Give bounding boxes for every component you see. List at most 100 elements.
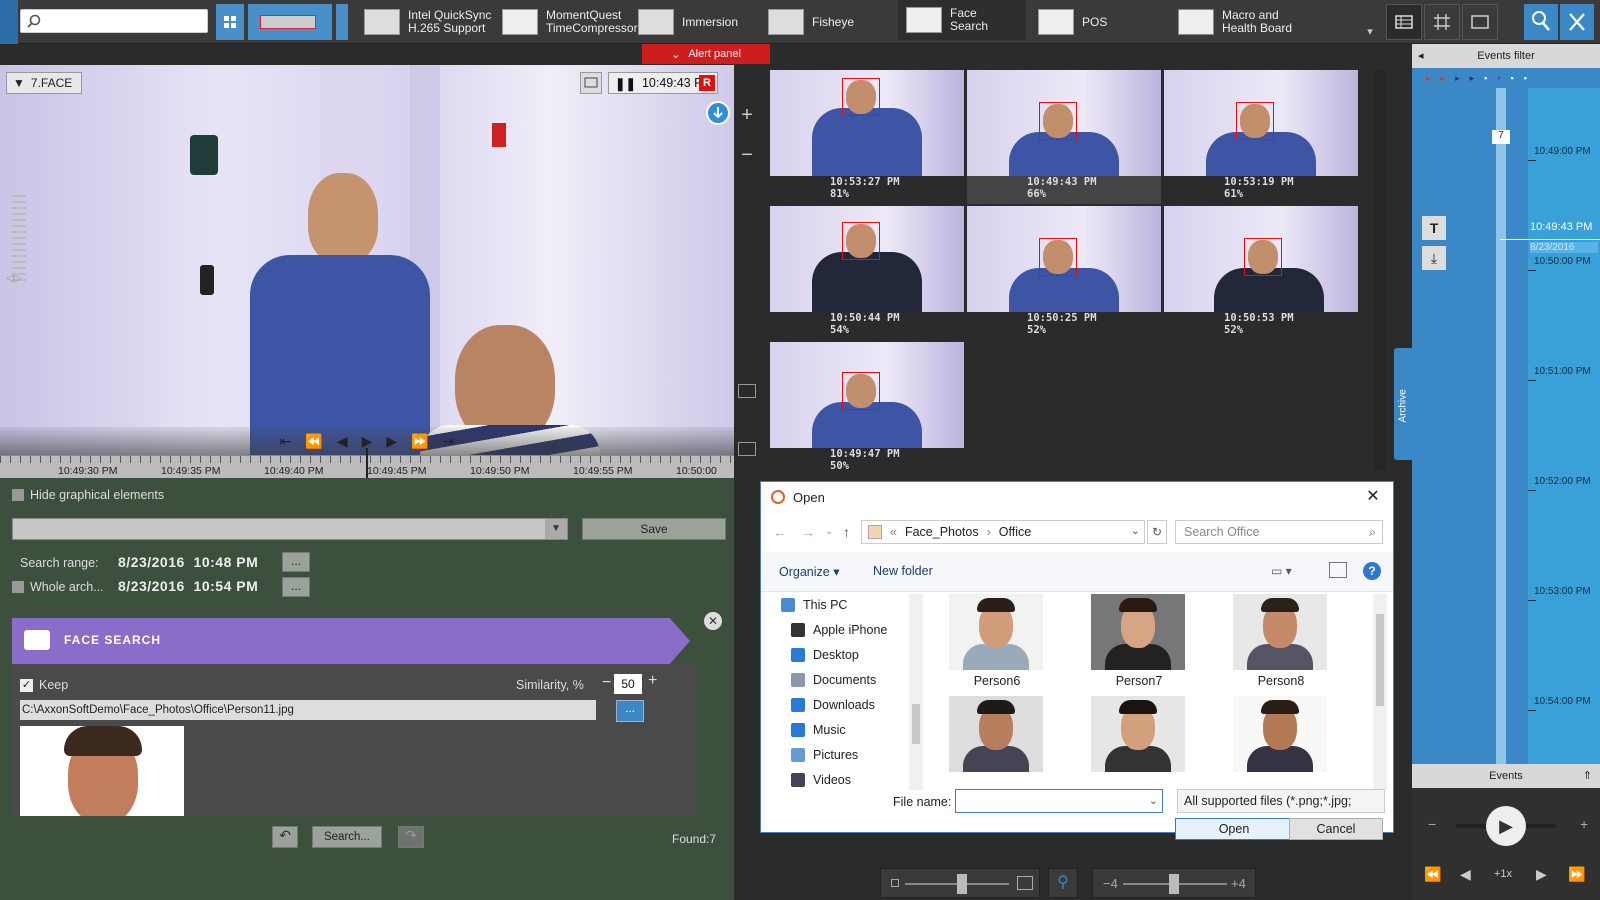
event-type-filters[interactable]: ▸ ▸ ▸ ▸ ▪ ▪ ▪ ▪	[1412, 68, 1600, 88]
result-card[interactable]: 10:50:25 PM 52%	[967, 206, 1161, 340]
layout-momentquest[interactable]: MomentQuest TimeCompressor	[494, 4, 646, 40]
go-end-icon[interactable]: ⇥	[443, 433, 455, 450]
recent-chevron-icon[interactable]: ⌄	[825, 526, 833, 537]
similarity-input[interactable]: 50	[614, 674, 642, 694]
tree-item[interactable]: Desktop	[761, 642, 909, 667]
search-range-end-button[interactable]: ...	[282, 577, 310, 597]
bookmark-filter-icon[interactable]: ▪	[1484, 73, 1487, 83]
speed-increase[interactable]: +	[1580, 816, 1588, 832]
export-filter-icon[interactable]: ▪	[1524, 73, 1527, 83]
files-scrollbar[interactable]	[1373, 594, 1387, 790]
view-options-icon[interactable]: ▭ ▾	[1271, 564, 1292, 578]
hide-graphical-row[interactable]: Hide graphical elements	[12, 488, 164, 502]
layout-search-input[interactable]	[20, 9, 208, 33]
tree-item[interactable]: Pictures	[761, 742, 909, 767]
file-item[interactable]	[1079, 696, 1199, 790]
camera-selector[interactable]: ▼ 7.FACE	[6, 72, 82, 94]
tree-item[interactable]: Videos	[761, 767, 909, 792]
view-single-button[interactable]	[1462, 4, 1498, 40]
filename-input[interactable]: ⌄	[955, 789, 1163, 813]
tree-item[interactable]: Apple iPhone	[761, 617, 909, 642]
similarity-increase[interactable]: +	[648, 672, 657, 690]
text-filter-icon[interactable]: ▪	[1511, 73, 1514, 83]
archive-timeline[interactable]: 10:49:00 PM 10:50:00 PM 10:51:00 PM 10:52:0…	[1500, 88, 1600, 823]
file-item[interactable]: Person8	[1221, 594, 1341, 694]
timeline-cursor[interactable]	[366, 448, 368, 478]
view-list-button[interactable]	[1386, 4, 1422, 40]
camera-viewport[interactable]: ▼ 7.FACE ❚❚ 10:49:43 PM R ◁▷ ⇤ ⏪ ◀ ▶ ▶ ⏩…	[0, 65, 734, 480]
keep-row[interactable]: ✓ Keep	[20, 678, 68, 692]
layout-scroll-left[interactable]	[336, 4, 348, 40]
preview-pane-icon[interactable]	[1329, 562, 1347, 578]
cancel-button[interactable]: Cancel	[1289, 818, 1383, 840]
filename-dropdown-icon[interactable]: ⌄	[1149, 790, 1158, 812]
layout-fisheye[interactable]: Fisheye	[760, 4, 862, 40]
organize-menu[interactable]: Organize ▾	[779, 564, 839, 579]
view-hash-button[interactable]	[1424, 4, 1460, 40]
search-range-end[interactable]: 8/23/2016 10:54 PM	[118, 578, 258, 594]
frame-size-slider[interactable]	[880, 868, 1040, 898]
layout-face-search[interactable]: Face Search	[898, 0, 1026, 40]
tree-item[interactable]: Music	[761, 717, 909, 742]
export-marker-icon[interactable]: ⤓	[1422, 246, 1446, 270]
detect-filter-icon[interactable]: ▸	[1455, 73, 1460, 84]
help-icon[interactable]: ?	[1363, 562, 1381, 580]
play-icon[interactable]: ▶	[362, 433, 373, 450]
search-range-start-button[interactable]: ...	[282, 552, 310, 572]
undo-button[interactable]: ↶	[272, 826, 298, 848]
browse-button[interactable]: ...	[616, 700, 644, 722]
result-card[interactable]: 10:49:47 PM 50%	[770, 342, 964, 476]
tree-scroll-thumb[interactable]	[912, 704, 920, 744]
tree-scrollbar[interactable]	[909, 594, 923, 790]
search-mode-button[interactable]	[1524, 4, 1558, 40]
file-item[interactable]	[937, 696, 1057, 790]
step-back-icon[interactable]: ◀	[1460, 866, 1471, 883]
up-arrow-icon[interactable]: ↑	[843, 524, 850, 540]
layout-macro-health[interactable]: Macro and Health Board	[1170, 4, 1300, 40]
result-card[interactable]: 10:53:27 PM 81%	[770, 70, 964, 204]
events-filter-header[interactable]: ◂ Events filter	[1412, 44, 1600, 68]
alarm2-filter-icon[interactable]: ▸	[1441, 73, 1446, 84]
slider-thumb[interactable]	[957, 874, 967, 894]
expand-up-icon[interactable]: ⇑	[1583, 764, 1592, 788]
breadcrumb-face-photos[interactable]: Face_Photos	[905, 525, 979, 539]
zoom-slider[interactable]: −4 +4	[1092, 868, 1256, 898]
keep-checkbox[interactable]: ✓	[20, 678, 33, 692]
result-card[interactable]: 10:50:53 PM 52%	[1164, 206, 1358, 340]
step-back-icon[interactable]: ◀	[337, 433, 348, 450]
layout-immersion[interactable]: Immersion	[630, 4, 746, 40]
file-item[interactable]: Person7	[1079, 594, 1199, 694]
motion-filter-icon[interactable]: ▸	[1470, 73, 1475, 84]
tree-item[interactable]: This PC	[761, 592, 909, 617]
breadcrumb-office[interactable]: Office	[999, 525, 1031, 539]
result-card[interactable]: 10:53:19 PM 61%	[1164, 70, 1358, 204]
file-path-input[interactable]: C:\AxxonSoftDemo\Face_Photos\Office\Pers…	[20, 700, 596, 720]
results-scrollbar[interactable]	[1374, 70, 1386, 470]
fast-rewind-icon[interactable]: ⏪	[305, 433, 322, 450]
refresh-icon[interactable]: ↻	[1147, 520, 1167, 544]
whole-archive-row[interactable]: Whole arch...	[12, 580, 104, 594]
export-frame-button[interactable]	[580, 72, 602, 94]
filetype-select[interactable]: All supported files (*.png;*.jpg;	[1177, 789, 1385, 813]
back-arrow-icon[interactable]: ←	[773, 524, 787, 540]
search-range-start[interactable]: 8/23/2016 10:48 PM	[118, 554, 258, 570]
similarity-decrease[interactable]: −	[602, 674, 611, 692]
files-scroll-thumb[interactable]	[1376, 614, 1384, 706]
hide-graphical-checkbox[interactable]	[12, 489, 24, 501]
rewind-icon[interactable]: ⏪	[1424, 866, 1441, 883]
result-card[interactable]: 10:50:44 PM 54%	[770, 206, 964, 340]
ptz-zoom-slider[interactable]	[12, 195, 26, 285]
result-card[interactable]: 10:49:43 PM 66%	[967, 70, 1161, 204]
whole-archive-checkbox[interactable]	[12, 581, 24, 593]
open-button[interactable]: Open	[1175, 818, 1293, 840]
fast-forward-icon[interactable]: ⏩	[411, 433, 428, 450]
person-filter-icon[interactable]: ⚲	[1048, 868, 1078, 898]
forward-arrow-icon[interactable]: →	[801, 524, 815, 540]
layout-scroll-down[interactable]: ▾	[1362, 4, 1378, 40]
alarm-filter-icon[interactable]: ▸	[1426, 73, 1431, 84]
dvr-icon[interactable]	[738, 384, 756, 398]
go-start-icon[interactable]: ⇤	[280, 433, 292, 450]
camera-time-display[interactable]: ❚❚ 10:49:43 PM R	[608, 72, 718, 94]
breadcrumb-overflow[interactable]: «	[890, 525, 897, 539]
current-layout-button[interactable]	[248, 4, 332, 40]
